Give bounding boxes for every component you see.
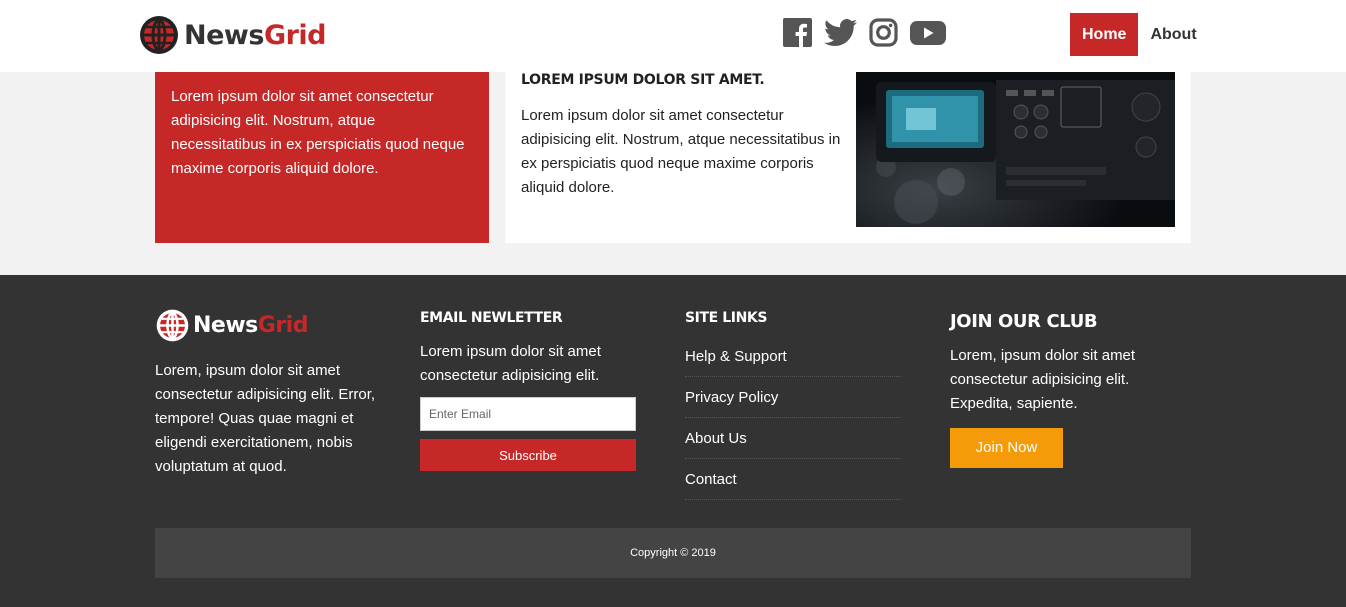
footer-about: NewsGrid Lorem, ipsum dolor sit amet con…: [155, 307, 395, 479]
header: NewsGrid Home About: [0, 0, 1346, 72]
youtube-icon[interactable]: [910, 20, 946, 46]
nav-about-link[interactable]: About: [1138, 13, 1208, 56]
footer-club: Join Our Club Lorem, ipsum dolor sit ame…: [950, 311, 1190, 468]
list-item: Help & Support: [685, 336, 901, 377]
brand-logo[interactable]: NewsGrid: [138, 13, 327, 57]
footer-newsletter: Email Newletter Lorem ipsum dolor sit am…: [420, 310, 640, 471]
featured-article: Lorem ipsum dolor sit amet. Lorem ipsum …: [505, 72, 1191, 243]
article-title: Lorem ipsum dolor sit amet.: [521, 72, 765, 88]
footer-about-text: Lorem, ipsum dolor sit amet consectetur …: [155, 362, 376, 475]
site-links-heading: Site Links: [685, 310, 768, 326]
join-now-button[interactable]: Join Now: [950, 428, 1063, 468]
social-links: [783, 18, 946, 47]
footer-brand-part2: Grid: [257, 312, 309, 338]
globe-icon: [156, 309, 189, 341]
site-links-list: Help & Support Privacy Policy About Us C…: [685, 336, 901, 500]
main-nav: Home About: [1070, 13, 1209, 56]
help-support-link[interactable]: Help & Support: [685, 348, 787, 365]
camera-image: [856, 72, 1175, 227]
privacy-policy-link[interactable]: Privacy Policy: [685, 389, 778, 406]
footer: NewsGrid Lorem, ipsum dolor sit amet con…: [0, 275, 1346, 607]
about-us-link[interactable]: About Us: [685, 430, 747, 447]
copyright-bar: Copyright © 2019: [155, 528, 1191, 578]
email-field[interactable]: [420, 397, 636, 431]
nav-home-link[interactable]: Home: [1070, 13, 1139, 56]
footer-site-links: Site Links Help & Support Privacy Policy…: [685, 310, 901, 500]
footer-brand-part1: News: [193, 312, 258, 338]
contact-link[interactable]: Contact: [685, 471, 737, 488]
list-item: Contact: [685, 459, 901, 500]
featured-red-box: Lorem ipsum dolor sit amet consectetur a…: [155, 72, 489, 243]
newsletter-heading: Email Newletter: [420, 310, 563, 326]
brand-name-part2: Grid: [263, 19, 327, 51]
featured-text: Lorem ipsum dolor sit amet consectetur a…: [171, 88, 465, 177]
facebook-icon[interactable]: [783, 18, 812, 47]
list-item: About Us: [685, 418, 901, 459]
club-text: Lorem, ipsum dolor sit amet consectetur …: [950, 347, 1136, 412]
footer-logo[interactable]: NewsGrid: [155, 307, 395, 343]
twitter-icon[interactable]: [824, 18, 857, 47]
newsletter-text: Lorem ipsum dolor sit amet consectetur a…: [420, 343, 601, 384]
article-text: Lorem ipsum dolor sit amet consectetur a…: [521, 107, 841, 196]
brand-name-part1: News: [184, 19, 264, 51]
club-heading: Join Our Club: [950, 311, 1098, 332]
globe-icon: [140, 16, 178, 54]
subscribe-button[interactable]: Subscribe: [420, 439, 636, 471]
instagram-icon[interactable]: [869, 18, 898, 47]
list-item: Privacy Policy: [685, 377, 901, 418]
copyright-text: Copyright © 2019: [630, 547, 716, 559]
